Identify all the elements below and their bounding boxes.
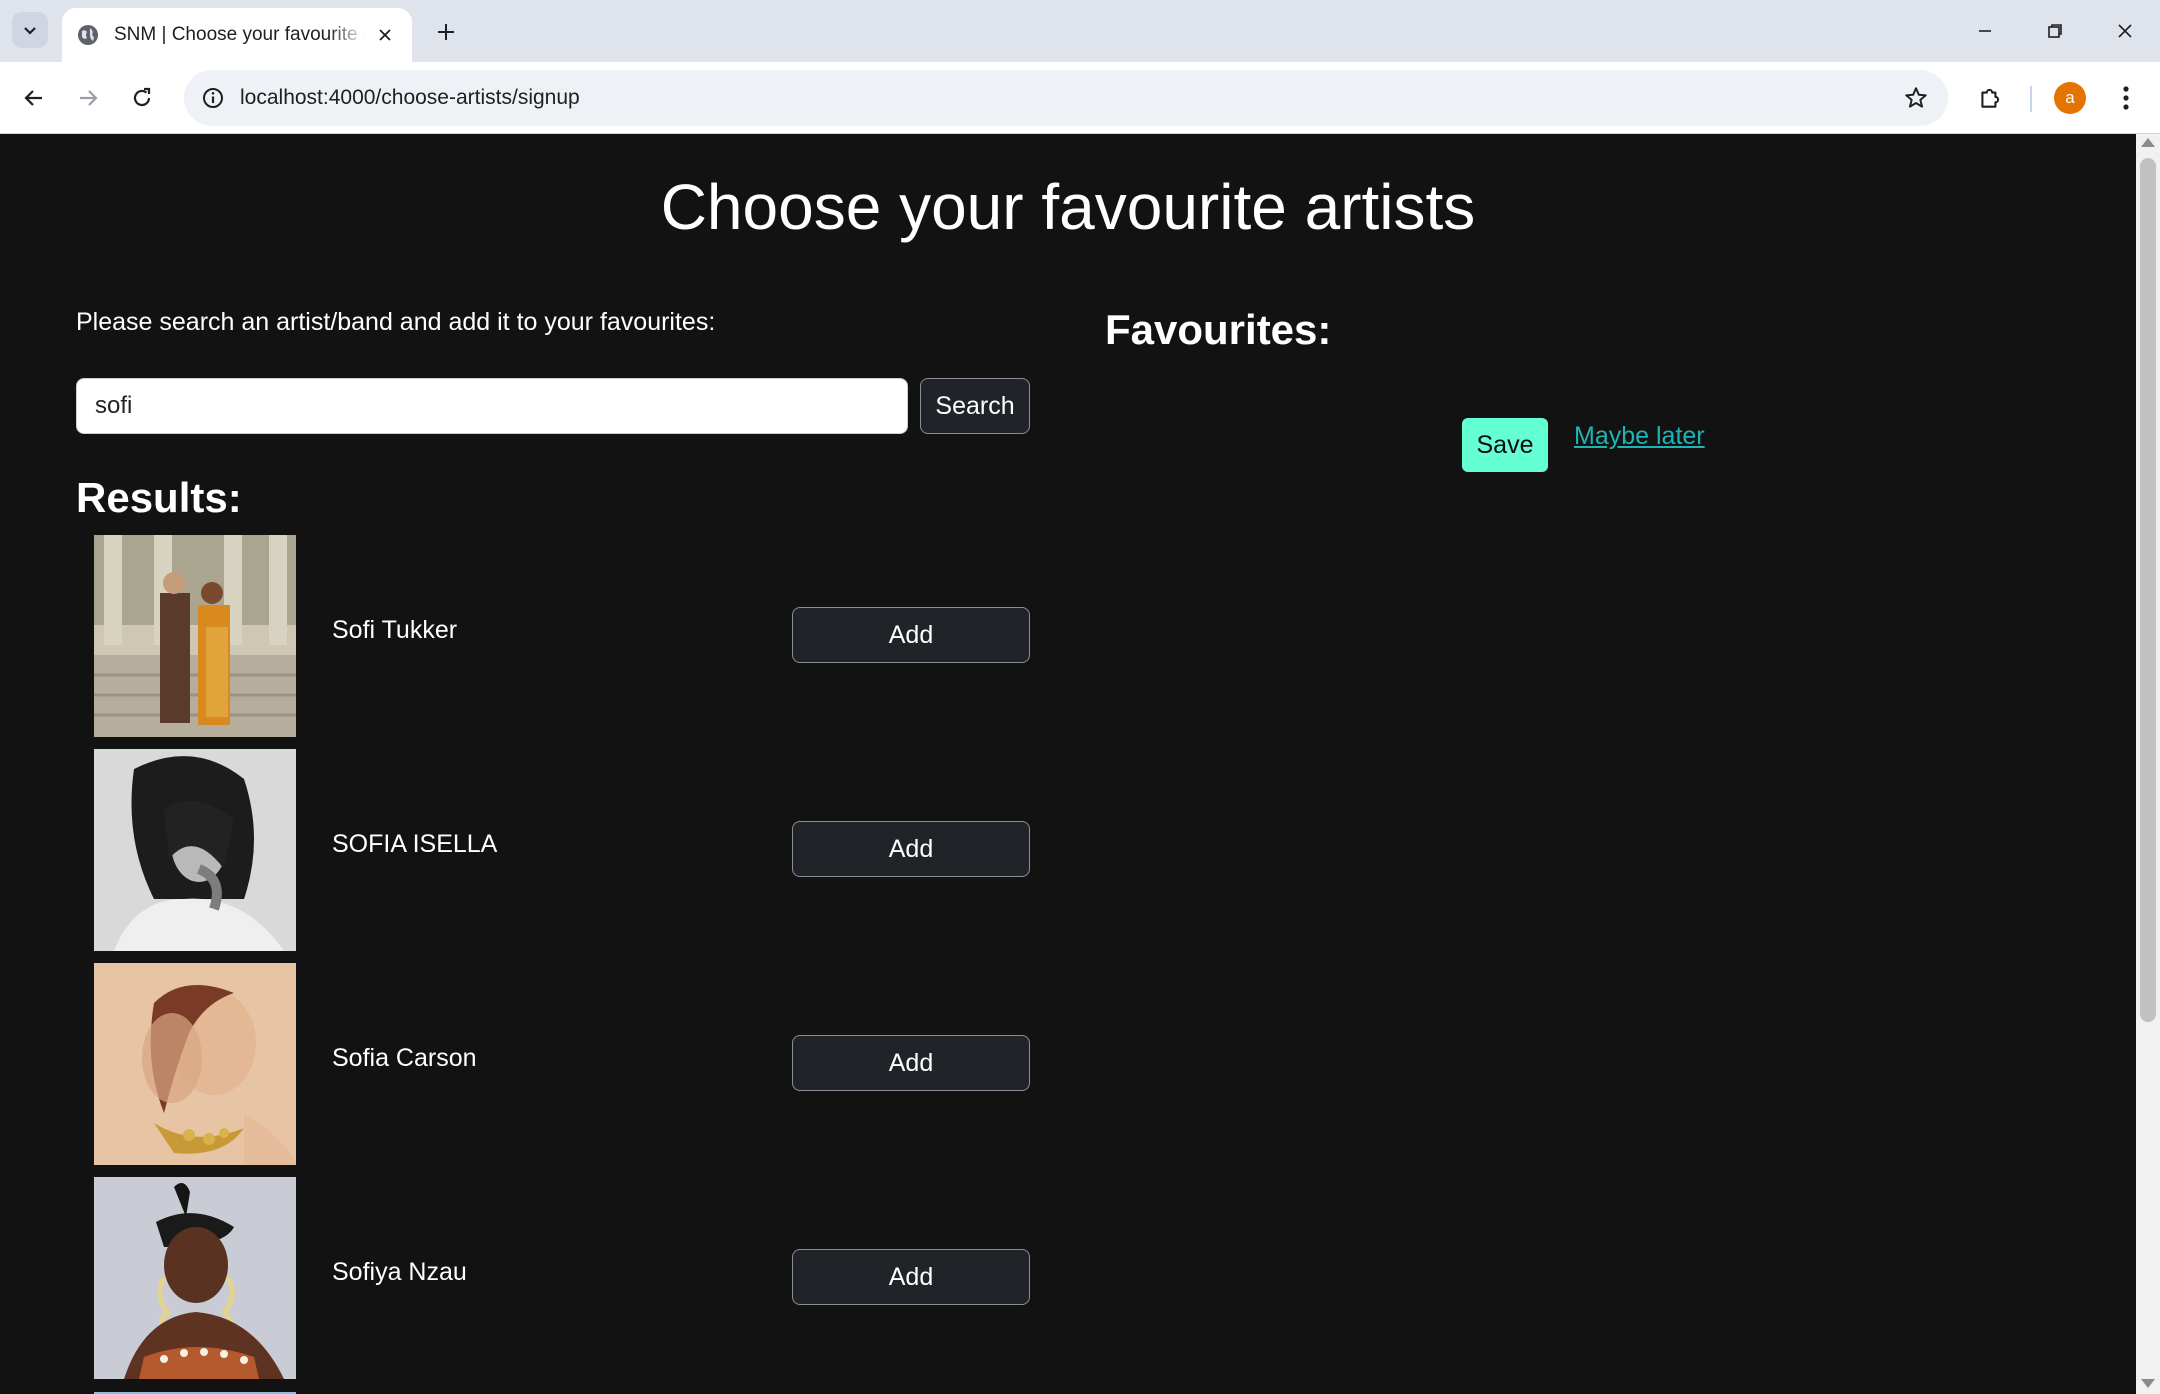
arrow-left-icon (24, 90, 42, 106)
search-instruction: Please search an artist/band and add it … (76, 308, 716, 336)
back-button[interactable] (12, 76, 56, 120)
restore-icon (2048, 24, 2062, 38)
reload-button[interactable] (120, 76, 164, 120)
search-button[interactable]: Search (920, 378, 1030, 434)
chevron-down-icon (24, 27, 36, 35)
favourites-heading: Favourites: (1105, 306, 1332, 353)
minimize-icon (1979, 30, 1991, 32)
artist-photo (94, 1177, 296, 1379)
add-artist-button[interactable]: Add (792, 1035, 1030, 1091)
tab-search-button[interactable] (12, 12, 48, 48)
artist-name: Sofi Tukker (332, 616, 458, 644)
toolbar-separator (2030, 86, 2032, 112)
reload-icon (133, 87, 151, 107)
restore-button[interactable] (2020, 8, 2090, 54)
result-row: Sofiya Nzau Add (94, 1177, 1030, 1379)
artist-name: Sofiya Nzau (332, 1258, 467, 1286)
artist-photo (94, 535, 296, 737)
minimize-button[interactable] (1950, 8, 2020, 54)
add-artist-button[interactable]: Add (792, 1249, 1030, 1305)
result-row: Sofia Carson Add (94, 963, 1030, 1165)
star-icon (1905, 87, 1927, 108)
maybe-later-link[interactable]: Maybe later (1574, 422, 1705, 451)
new-tab-button[interactable] (428, 14, 464, 50)
tab-title: SNM | Choose your favourite artists (114, 24, 366, 45)
page-scrollbar[interactable] (2136, 134, 2160, 1394)
tab-strip: SNM | Choose your favourite artists (0, 0, 2160, 62)
close-icon (2118, 24, 2132, 38)
scrollbar-thumb[interactable] (2140, 158, 2156, 1022)
extensions-button[interactable] (1968, 76, 2012, 120)
search-input[interactable] (76, 378, 908, 434)
info-icon (203, 88, 223, 108)
page-viewport: Choose your favourite artists Please sea… (0, 134, 2136, 1394)
more-vertical-icon (2123, 86, 2129, 110)
browser-tab[interactable]: SNM | Choose your favourite artists (62, 8, 412, 62)
browser-toolbar: localhost:4000/choose-artists/signup a (0, 62, 2160, 134)
result-row: Sofi Tukker Add (94, 535, 1030, 737)
artist-photo (94, 749, 296, 951)
close-window-button[interactable] (2090, 8, 2160, 54)
result-row: SOFIA ISELLA Add (94, 749, 1030, 951)
results-heading: Results: (76, 474, 242, 521)
add-artist-button[interactable]: Add (792, 821, 1030, 877)
forward-button[interactable] (66, 76, 110, 120)
arrow-right-icon (80, 90, 98, 106)
globe-icon (78, 25, 98, 45)
page-title: Choose your favourite artists (660, 171, 1476, 243)
bookmark-button[interactable] (1900, 82, 1932, 114)
address-bar[interactable]: localhost:4000/choose-artists/signup (184, 70, 1948, 126)
url-text[interactable]: localhost:4000/choose-artists/signup (240, 70, 580, 126)
close-icon (379, 29, 391, 41)
save-button[interactable]: Save (1462, 418, 1548, 472)
tab-close-button[interactable] (372, 22, 398, 48)
browser-menu-button[interactable] (2106, 76, 2146, 120)
scroll-down-arrow-icon[interactable] (2141, 1379, 2155, 1388)
profile-avatar[interactable]: a (2054, 82, 2086, 114)
plus-icon (438, 24, 454, 40)
add-artist-button[interactable]: Add (792, 607, 1030, 663)
artist-name: SOFIA ISELLA (332, 830, 498, 858)
puzzle-icon (1981, 88, 2000, 108)
artist-photo (94, 963, 296, 1165)
artist-name: Sofia Carson (332, 1044, 477, 1072)
site-info-button[interactable] (198, 83, 228, 113)
scroll-up-arrow-icon[interactable] (2141, 138, 2155, 147)
